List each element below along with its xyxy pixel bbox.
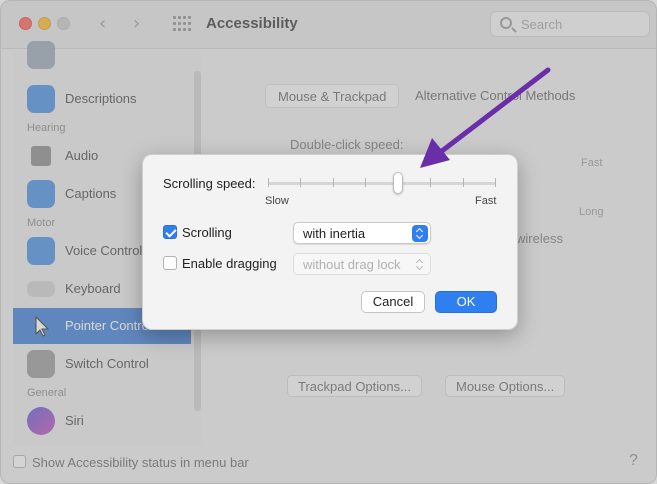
fast-label: Fast [581,157,603,169]
tab-mouse-trackpad[interactable]: Mouse & Trackpad [265,84,400,108]
search-input[interactable] [521,15,641,33]
window-title: Accessibility [206,15,298,32]
forward-chevron-icon[interactable]: › [133,13,140,34]
scrolling-speed-slider[interactable] [268,172,496,194]
search-icon [500,17,512,29]
popup-value: with inertia [303,226,366,241]
ok-button[interactable]: OK [435,291,497,313]
slider-tick [495,178,496,187]
speaker-icon [31,146,51,166]
sidebar-item-label: Audio [65,148,99,163]
slider-tick [300,178,301,187]
slider-track [268,182,496,185]
scrolling-speed-label: Scrolling speed: [163,176,256,191]
cancel-button[interactable]: Cancel [361,291,425,313]
close-window-button[interactable] [19,17,32,30]
keyboard-icon [27,281,55,297]
zoom-window-button[interactable] [57,17,70,30]
slider-tick [463,178,464,187]
voice-control-icon [27,237,55,265]
search-field[interactable] [490,11,650,37]
section-general: General [27,387,67,399]
enable-dragging-checkbox[interactable] [163,256,177,270]
sidebar-item-siri[interactable]: Siri [13,403,191,439]
sidebar-item-label: Captions [65,186,117,201]
popup-chevron-icon [412,225,428,242]
popup-chevron-icon [412,256,428,273]
sidebar-item-descriptions[interactable]: Descriptions [13,81,191,117]
enable-dragging-label: Enable dragging [182,256,277,271]
partial-item-icon [27,41,55,69]
sidebar-item-label: Switch Control [65,356,149,371]
section-hearing: Hearing [27,122,66,134]
slider-tick [333,178,334,187]
help-icon[interactable]: ? [629,452,638,470]
pointer-icon [27,312,55,340]
mouse-options-dialog: Scrolling speed: Slow Fast Scrolling wit… [142,154,518,330]
drag-lock-popup: without drag lock [293,253,431,275]
slider-thumb[interactable] [393,172,403,194]
scrolling-checkbox[interactable] [163,225,177,239]
sidebar-item-switch-control[interactable]: Switch Control [13,346,191,382]
sidebar-item-label: Descriptions [65,91,137,106]
show-status-label: Show Accessibility status in menu bar [32,455,249,470]
back-chevron-icon[interactable]: ‹ [99,13,106,34]
descriptions-icon [27,85,55,113]
sidebar-item-label: Voice Control [65,243,143,258]
double-click-speed-label: Double-click speed: [290,137,404,152]
long-label: Long [579,206,604,218]
show-status-checkbox[interactable] [13,455,26,468]
slow-label: Slow [265,195,289,207]
mouse-options-button[interactable]: Mouse Options... [445,375,566,397]
show-all-grid-icon[interactable] [173,16,191,32]
sidebar-item-label: Keyboard [65,281,121,296]
sidebar-item-label: Pointer Control [65,318,152,333]
sidebar-item-partial[interactable] [13,37,191,73]
slider-tick [268,178,269,187]
sidebar-item-label: Siri [65,413,84,428]
fast-label: Fast [475,195,497,207]
trackpad-options-button[interactable]: Trackpad Options... [287,375,422,397]
popup-value: without drag lock [303,257,401,272]
wireless-text: wireless [516,231,563,246]
captions-icon [27,180,55,208]
section-motor: Motor [27,217,56,229]
scrolling-label: Scrolling [182,225,232,240]
slider-tick [365,178,366,187]
siri-icon [27,407,55,435]
bottom-bar: Show Accessibility status in menu bar ? [1,446,656,483]
minimize-window-button[interactable] [38,17,51,30]
slider-tick [430,178,431,187]
scrolling-inertia-popup[interactable]: with inertia [293,222,431,244]
annotation-arrow-icon [420,67,551,168]
switch-control-icon [27,350,55,378]
